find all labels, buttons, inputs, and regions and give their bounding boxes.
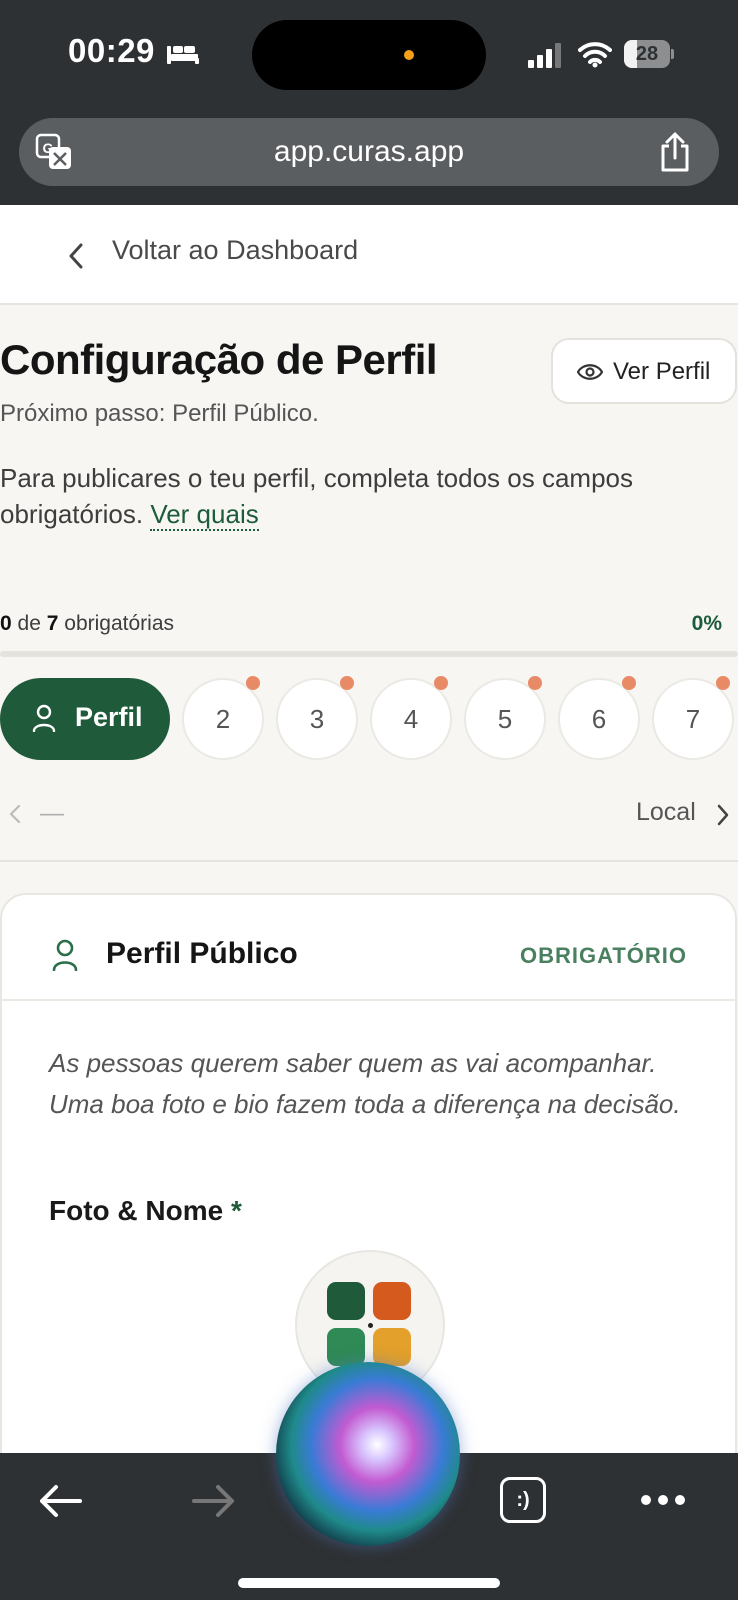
status-time: 00:29 bbox=[68, 32, 155, 69]
tabs-label[interactable]: :) bbox=[503, 1480, 543, 1520]
previous-step-link[interactable]: — bbox=[8, 800, 68, 830]
dynamic-island bbox=[252, 20, 486, 90]
step-3[interactable]: 3 bbox=[276, 676, 358, 760]
photo-name-label: Foto & Nome * bbox=[49, 1195, 242, 1227]
field-label-text: Foto & Nome bbox=[49, 1195, 224, 1226]
chevron-left-icon bbox=[9, 804, 21, 824]
publish-description: Para publicares o teu perfil, completa t… bbox=[0, 460, 720, 532]
translate-icon[interactable]: G bbox=[35, 133, 73, 171]
privacy-indicator-dot bbox=[404, 50, 414, 60]
eye-icon bbox=[577, 364, 603, 380]
person-icon bbox=[52, 939, 78, 971]
status-bar: 00:29 28 app.curas.app G bbox=[0, 0, 738, 205]
incomplete-dot bbox=[340, 676, 354, 690]
divider bbox=[0, 860, 738, 862]
progress-connector: de bbox=[17, 612, 41, 635]
step-number[interactable]: 5 bbox=[466, 680, 544, 758]
step-2[interactable]: 2 bbox=[182, 676, 264, 760]
required-badge: OBRIGATÓRIO bbox=[520, 943, 688, 968]
back-label[interactable]: Voltar ao Dashboard bbox=[112, 235, 358, 266]
share-icon[interactable] bbox=[657, 132, 693, 172]
logo-square bbox=[373, 1282, 411, 1320]
page-title: Configuração de Perfil bbox=[0, 336, 438, 383]
step-number[interactable]: 2 bbox=[184, 680, 262, 758]
logo-square bbox=[327, 1282, 365, 1320]
step-number[interactable]: 3 bbox=[278, 680, 356, 758]
chevron-right-icon bbox=[717, 804, 729, 826]
incomplete-dot bbox=[528, 676, 542, 690]
progress-total: 7 bbox=[46, 612, 59, 635]
description-text: Para publicares o teu perfil, completa t… bbox=[0, 463, 634, 529]
incomplete-dot bbox=[622, 676, 636, 690]
battery-icon: 28 bbox=[624, 40, 674, 68]
see-which-link[interactable]: Ver quais bbox=[150, 499, 259, 531]
step-perfil-label[interactable]: Perfil bbox=[75, 702, 143, 733]
bed-icon bbox=[167, 46, 199, 64]
svg-text:G: G bbox=[43, 140, 54, 156]
previous-step-label: — bbox=[40, 800, 64, 827]
step-5[interactable]: 5 bbox=[464, 676, 546, 760]
logo-square bbox=[327, 1328, 365, 1366]
logo-square bbox=[373, 1328, 411, 1366]
incomplete-dot bbox=[434, 676, 448, 690]
chevron-left-icon bbox=[69, 243, 83, 269]
step-number[interactable]: 4 bbox=[372, 680, 450, 758]
view-profile-button[interactable]: Ver Perfil bbox=[551, 338, 737, 404]
battery-level: 28 bbox=[635, 43, 659, 65]
address-bar[interactable]: app.curas.app G bbox=[19, 118, 719, 186]
url-text[interactable]: app.curas.app bbox=[19, 118, 719, 186]
card-intro: As pessoas querem saber quem as vai acom… bbox=[49, 1048, 681, 1119]
progress-suffix: obrigatórias bbox=[64, 612, 174, 635]
required-asterisk: * bbox=[231, 1195, 242, 1226]
step-perfil-active[interactable]: Perfil bbox=[0, 678, 170, 760]
view-profile-label[interactable]: Ver Perfil bbox=[613, 358, 710, 386]
step-4[interactable]: 4 bbox=[370, 676, 452, 760]
signal-icon bbox=[528, 43, 561, 68]
incomplete-dot bbox=[716, 676, 730, 690]
next-step-label[interactable]: Local bbox=[636, 798, 696, 827]
wifi-icon bbox=[578, 42, 612, 68]
step-number[interactable]: 7 bbox=[654, 680, 732, 758]
back-arrow-icon[interactable] bbox=[38, 1483, 82, 1519]
person-icon bbox=[32, 704, 56, 732]
progress-percent: 0% bbox=[691, 612, 722, 635]
progress-bar bbox=[0, 651, 738, 657]
more-icon[interactable] bbox=[640, 1493, 686, 1507]
next-step-text: Próximo passo: Perfil Público. bbox=[0, 400, 319, 427]
forward-arrow-icon[interactable] bbox=[192, 1483, 236, 1519]
card-header: Perfil Público OBRIGATÓRIO bbox=[2, 895, 735, 1001]
next-step-link[interactable]: Local bbox=[636, 798, 736, 832]
progress-completed: 0 bbox=[0, 612, 12, 635]
siri-orb-icon bbox=[276, 1362, 460, 1546]
progress-count: 0 de 7 obrigatórias bbox=[0, 612, 174, 636]
step-number[interactable]: 6 bbox=[560, 680, 638, 758]
back-to-dashboard-link[interactable]: Voltar ao Dashboard bbox=[0, 205, 738, 305]
card-title: Perfil Público bbox=[106, 937, 298, 970]
step-6[interactable]: 6 bbox=[558, 676, 640, 760]
home-indicator[interactable] bbox=[238, 1578, 500, 1588]
step-7[interactable]: 7 bbox=[652, 676, 734, 760]
tabs-icon[interactable]: :) bbox=[500, 1477, 546, 1523]
incomplete-dot bbox=[246, 676, 260, 690]
logo-center-dot bbox=[368, 1323, 373, 1328]
